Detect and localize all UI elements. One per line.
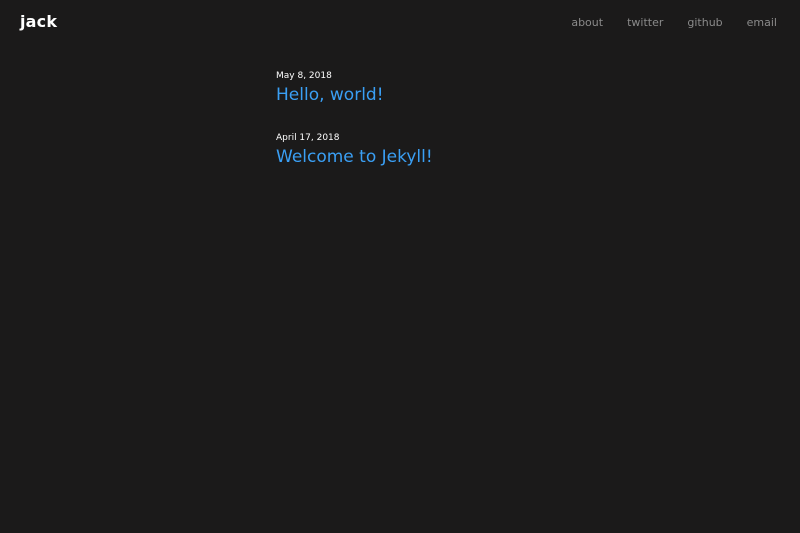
nav-link-twitter[interactable]: twitter — [627, 16, 663, 29]
site-nav: about twitter github email — [571, 16, 777, 29]
post-title-link[interactable]: Welcome to Jekyll! — [276, 146, 433, 168]
site-header: jack about twitter github email — [0, 0, 800, 46]
nav-link-email[interactable]: email — [747, 16, 777, 29]
nav-link-github[interactable]: github — [687, 16, 722, 29]
post-title-link[interactable]: Hello, world! — [276, 84, 384, 106]
post-item: May 8, 2018 Hello, world! — [276, 70, 676, 106]
site-title[interactable]: jack — [20, 12, 57, 31]
post-list: May 8, 2018 Hello, world! April 17, 2018… — [276, 70, 676, 194]
post-date: May 8, 2018 — [276, 71, 332, 81]
post-date: April 17, 2018 — [276, 133, 340, 143]
nav-link-about[interactable]: about — [571, 16, 603, 29]
post-item: April 17, 2018 Welcome to Jekyll! — [276, 132, 676, 168]
